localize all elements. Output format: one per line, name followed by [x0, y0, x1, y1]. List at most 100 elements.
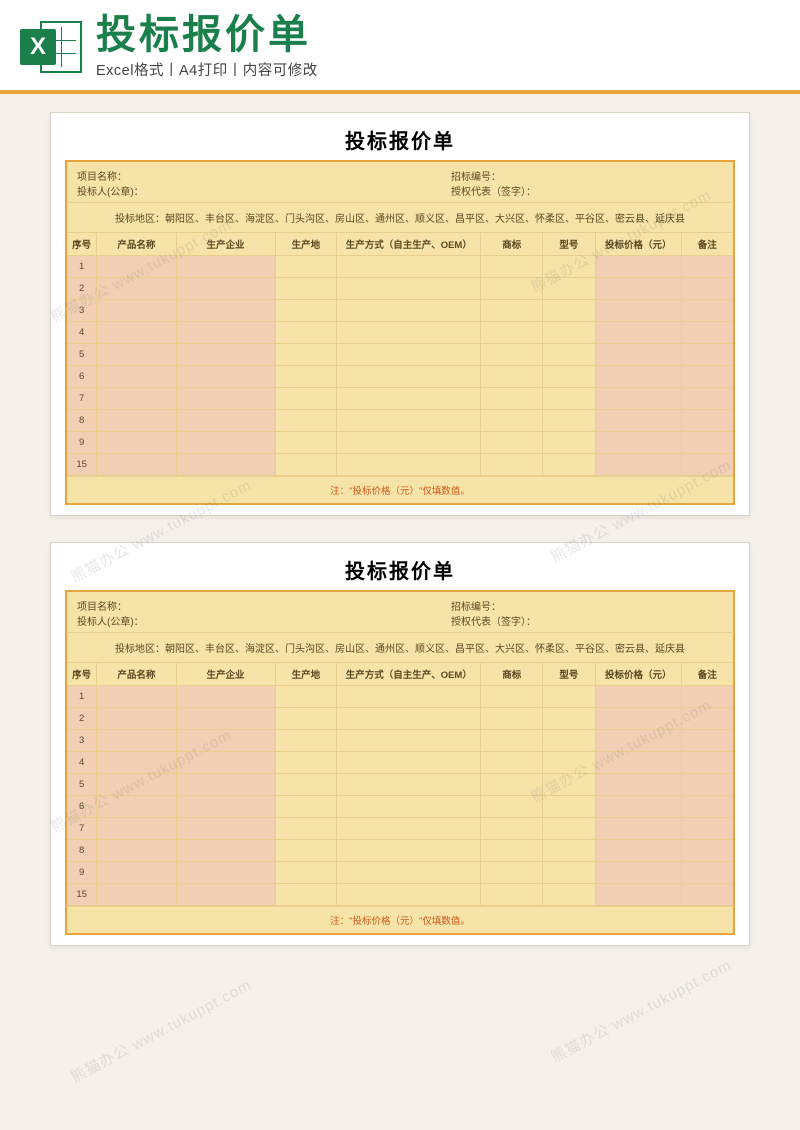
table-cell: 7	[66, 388, 97, 410]
table-cell	[337, 300, 481, 322]
table-row: 2	[66, 708, 734, 730]
table-cell	[681, 796, 734, 818]
table-cell	[543, 686, 596, 708]
table-cell	[681, 818, 734, 840]
table-cell	[543, 862, 596, 884]
table-cell	[275, 730, 337, 752]
table-cell	[176, 278, 275, 300]
table-cell	[275, 862, 337, 884]
table-cell	[595, 796, 681, 818]
col-seq: 序号	[66, 663, 97, 686]
table-cell	[681, 774, 734, 796]
document-title: 投标报价单	[65, 125, 735, 154]
table-cell	[176, 432, 275, 454]
table-row: 15	[66, 454, 734, 476]
table-cell	[337, 862, 481, 884]
table-header-row: 序号 产品名称 生产企业 生产地 生产方式（自主生产、OEM） 商标 型号 投标…	[66, 663, 734, 686]
table-cell	[681, 686, 734, 708]
table-cell: 8	[66, 410, 97, 432]
table-cell	[595, 366, 681, 388]
table-cell	[681, 708, 734, 730]
table-row: 9	[66, 862, 734, 884]
table-cell	[337, 256, 481, 278]
table-body-2: 12345678915	[66, 686, 734, 906]
table-cell	[595, 278, 681, 300]
bidder-label: 投标人(公章)：	[77, 613, 349, 628]
table-cell	[176, 322, 275, 344]
table-row: 4	[66, 322, 734, 344]
col-name: 产品名称	[97, 663, 176, 686]
table-cell	[595, 300, 681, 322]
table-cell	[543, 454, 596, 476]
col-corp: 生产企业	[176, 663, 275, 686]
table-cell: 9	[66, 862, 97, 884]
table-body-1: 12345678915	[66, 256, 734, 476]
excel-icon-letter: X	[20, 29, 56, 65]
table-cell	[481, 796, 543, 818]
table-cell	[595, 344, 681, 366]
table-cell	[337, 322, 481, 344]
table-cell	[543, 410, 596, 432]
col-model: 型号	[543, 233, 596, 256]
table-cell	[595, 774, 681, 796]
table-cell	[595, 432, 681, 454]
table-cell	[481, 256, 543, 278]
table-cell	[543, 344, 596, 366]
bidno-label: 招标编号：	[361, 168, 723, 183]
table-cell	[681, 752, 734, 774]
table-cell: 3	[66, 300, 97, 322]
table-row: 6	[66, 796, 734, 818]
table-cell	[595, 454, 681, 476]
table-cell: 2	[66, 708, 97, 730]
table-cell	[543, 884, 596, 906]
bidder-label: 投标人(公章)：	[77, 183, 349, 198]
table-cell	[595, 884, 681, 906]
table-cell	[97, 840, 176, 862]
table-cell	[176, 708, 275, 730]
watermark: 熊猫办公 www.tukuppt.com	[547, 954, 735, 1067]
table-cell	[681, 840, 734, 862]
header-subtitle: Excel格式丨A4打印丨内容可修改	[96, 59, 780, 80]
table-cell	[337, 752, 481, 774]
table-cell	[595, 410, 681, 432]
table-cell	[681, 388, 734, 410]
table-cell	[97, 884, 176, 906]
project-label: 项目名称：	[77, 598, 349, 613]
table-cell	[543, 774, 596, 796]
table-cell	[337, 388, 481, 410]
table-row: 9	[66, 432, 734, 454]
table-cell	[337, 730, 481, 752]
table-cell	[275, 708, 337, 730]
table-cell: 6	[66, 796, 97, 818]
document-title: 投标报价单	[65, 555, 735, 584]
table-cell	[97, 388, 176, 410]
table-cell	[337, 708, 481, 730]
footnote: 注："投标价格（元）"仅填数值。	[65, 476, 735, 505]
table-row: 1	[66, 686, 734, 708]
table-row: 5	[66, 344, 734, 366]
table-cell	[481, 708, 543, 730]
table-cell	[97, 862, 176, 884]
table-cell: 2	[66, 278, 97, 300]
col-model: 型号	[543, 663, 596, 686]
table-cell	[481, 410, 543, 432]
table-cell	[176, 300, 275, 322]
table-row: 4	[66, 752, 734, 774]
info-block: 项目名称： 招标编号： 投标人(公章)： 授权代表（签字）：	[65, 590, 735, 632]
table-cell	[543, 708, 596, 730]
table-cell	[337, 410, 481, 432]
table-cell	[481, 686, 543, 708]
col-corp: 生产企业	[176, 233, 275, 256]
table-cell	[337, 366, 481, 388]
table-cell	[176, 840, 275, 862]
table-cell	[176, 730, 275, 752]
table-cell	[275, 686, 337, 708]
table-cell	[543, 796, 596, 818]
table-cell	[681, 884, 734, 906]
table-cell	[337, 884, 481, 906]
col-price: 投标价格（元）	[595, 663, 681, 686]
col-place: 生产地	[275, 233, 337, 256]
table-cell: 5	[66, 344, 97, 366]
table-cell: 5	[66, 774, 97, 796]
table-cell	[337, 278, 481, 300]
